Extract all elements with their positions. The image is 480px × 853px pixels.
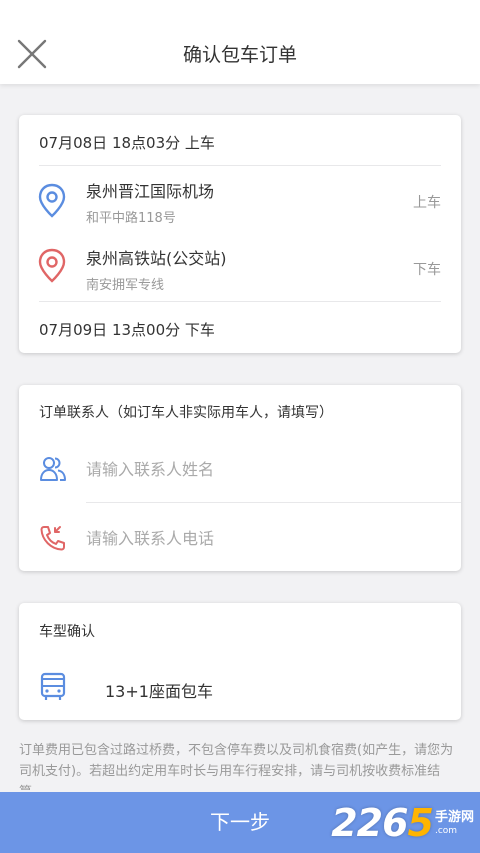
dropoff-tag: 下车 [413,262,441,278]
contact-name-input[interactable] [86,454,426,484]
dropoff-location-icon [38,248,66,283]
vehicle-card: 车型确认 13+1座面包车 [19,603,461,720]
trip-card: 07月08日 18点03分 上车 泉州晋江国际机场 和平中路118号 上车 泉州… [19,115,461,353]
vehicle-name: 13+1座面包车 [105,682,213,701]
start-time: 07月08日 18点03分 上车 [39,134,215,152]
dropoff-name: 泉州高铁站(公交站) [86,249,227,268]
vehicle-section-title: 车型确认 [39,624,95,640]
pickup-address: 和平中路118号 [86,211,176,226]
dropoff-address: 南安拥军专线 [86,278,165,293]
divider [86,502,461,503]
pickup-tag: 上车 [413,195,441,211]
divider [39,301,441,302]
pickup-name: 泉州晋江国际机场 [86,182,215,201]
contact-phone-input[interactable] [86,523,426,553]
user-group-icon [40,457,66,481]
page-title: 确认包车订单 [182,44,297,66]
site-watermark-logo: 2265 手游网 .com [331,800,474,846]
phone-call-icon [40,526,65,551]
watermark-side: 手游网 .com [434,809,474,836]
bus-icon [40,672,66,700]
contact-card: 订单联系人（如订车人非实际用车人，请填写） [19,385,461,571]
divider [39,165,441,166]
end-time: 07月09日 13点00分 下车 [39,321,215,339]
fee-notice: 订单费用已包含过路过桥费，不包含停车费以及司机食宿费(如产生，请您为司机支付)。… [19,743,454,790]
header-bar: 确认包车订单 [0,0,480,84]
watermark-number: 2265 [331,801,434,845]
contact-section-title: 订单联系人（如订车人非实际用车人，请填写） [39,405,333,421]
pickup-location-icon [38,183,66,218]
